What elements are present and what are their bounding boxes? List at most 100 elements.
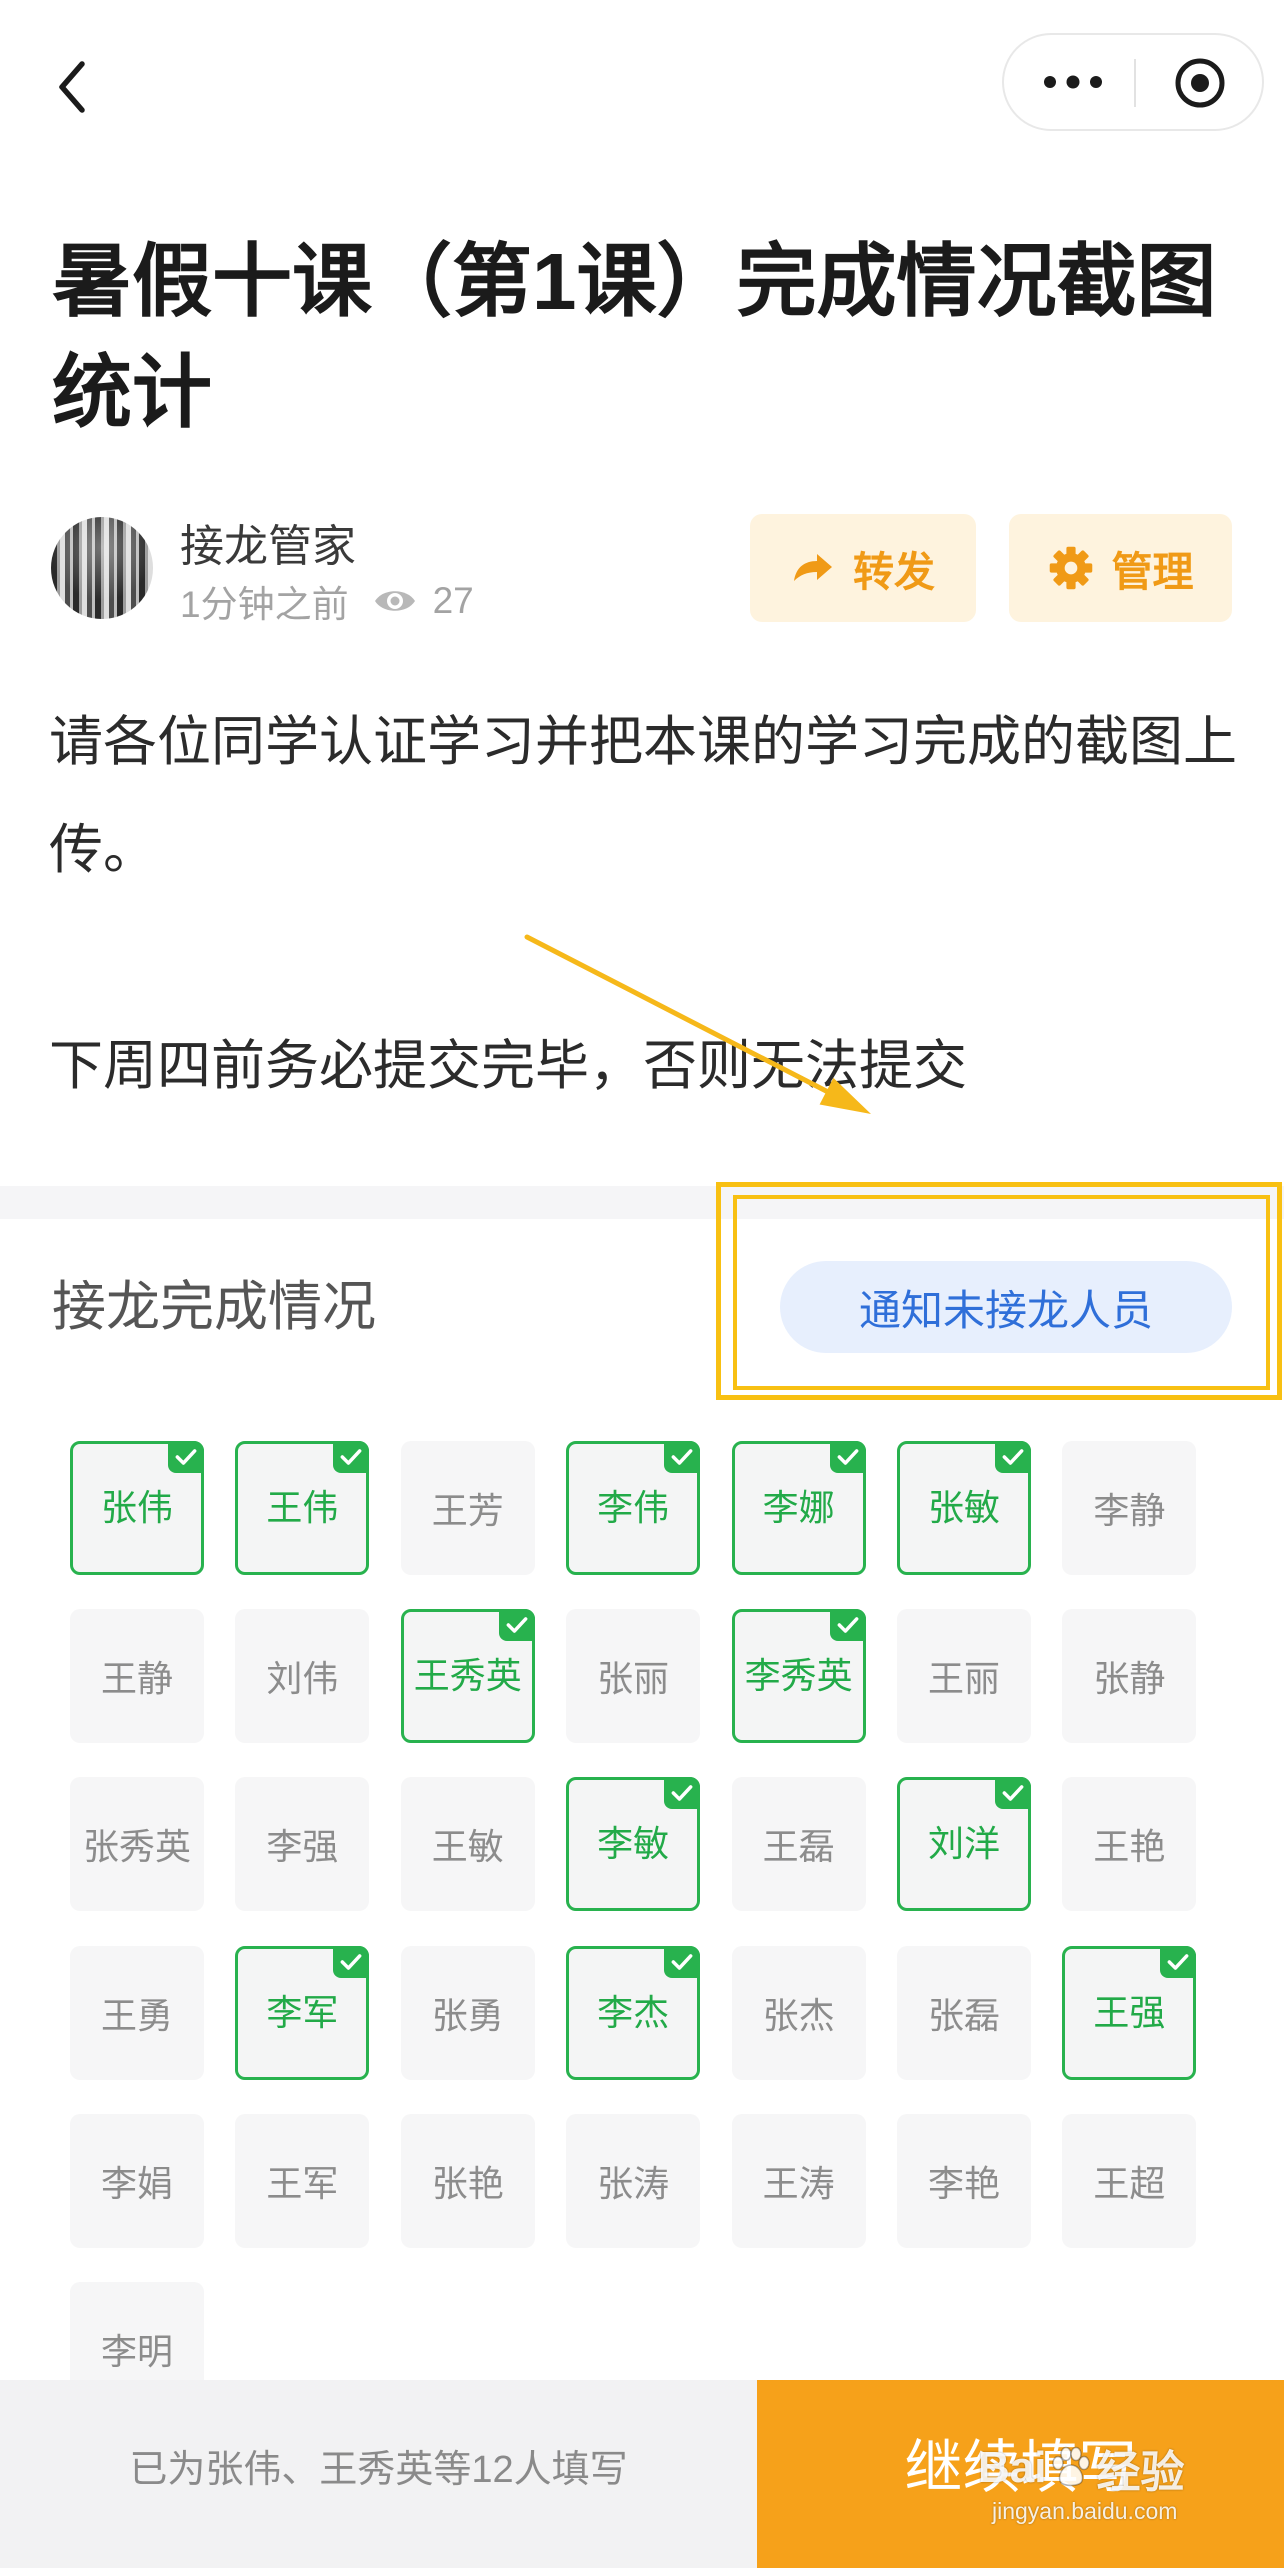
back-button[interactable]	[52, 58, 96, 116]
participant-name: 王芳	[431, 1490, 504, 1531]
completion-heading: 接龙完成情况	[52, 1277, 376, 1337]
participant-cell[interactable]: 李强	[235, 1777, 370, 1912]
participant-cell[interactable]: 张磊	[897, 1945, 1031, 2080]
eye-icon	[374, 591, 415, 611]
participant-name: 张艳	[431, 2162, 504, 2204]
check-badge-icon	[829, 1609, 866, 1642]
check-badge-icon	[168, 1441, 204, 1473]
participant-cell[interactable]: 张静	[1062, 1609, 1197, 1744]
participant-name: 李秀英	[744, 1655, 853, 1697]
participant-cell[interactable]: 王军	[235, 2113, 370, 2248]
participant-name: 王军	[266, 2162, 339, 2204]
watermark-url: jingyan.baidu.com	[992, 2498, 1178, 2524]
participant-name: 张伟	[100, 1487, 173, 1528]
participant-name: 李军	[266, 1991, 339, 2033]
participant-cell[interactable]: 王磊	[731, 1777, 866, 1912]
chevron-left-icon	[59, 61, 85, 113]
manage-button[interactable]: 管理	[1009, 514, 1232, 622]
participant-name: 王静	[100, 1658, 173, 1700]
post-time: 1分钟之前	[180, 584, 349, 625]
participant-cell[interactable]: 张丽	[566, 1609, 701, 1744]
participant-name: 李强	[266, 1826, 339, 1868]
participant-name: 王涛	[762, 2162, 835, 2204]
participant-name: 张涛	[597, 2162, 670, 2204]
participant-cell[interactable]: 李伟	[566, 1441, 701, 1575]
participant-cell[interactable]: 张涛	[566, 2113, 701, 2248]
participant-name: 张丽	[597, 1658, 670, 1700]
share-label: 转发	[853, 549, 935, 595]
participant-cell[interactable]: 李秀英	[731, 1609, 866, 1744]
check-badge-icon	[664, 1945, 701, 1978]
participant-name: 王伟	[266, 1487, 339, 1528]
participant-cell[interactable]: 王芳	[400, 1441, 535, 1575]
participant-name: 张勇	[431, 1994, 504, 2036]
annotation-highlight-box-inner	[733, 1195, 1270, 1390]
check-badge-icon	[664, 1441, 701, 1473]
participant-cell[interactable]: 王强	[1062, 1945, 1197, 2080]
participant-cell[interactable]: 张敏	[897, 1441, 1031, 1575]
check-badge-icon	[829, 1441, 866, 1473]
watermark-suffix: 经验	[1096, 2448, 1185, 2497]
participant-name: 李娟	[100, 2162, 173, 2204]
participant-name: 王秀英	[413, 1655, 522, 1697]
participant-cell[interactable]: 李军	[235, 1945, 370, 2080]
participant-cell[interactable]: 李杰	[566, 1945, 701, 2080]
participant-cell[interactable]: 李娟	[70, 2113, 204, 2248]
filled-summary-text: 已为张伟、王秀英等12人填写	[129, 2448, 628, 2491]
participant-name: 李娜	[762, 1487, 835, 1528]
participant-name: 李静	[1093, 1490, 1166, 1531]
participant-cell[interactable]: 刘洋	[897, 1777, 1031, 1912]
participant-cell[interactable]: 王艳	[1062, 1777, 1197, 1912]
participant-cell[interactable]: 张伟	[70, 1441, 204, 1575]
participant-cell[interactable]: 王涛	[731, 2113, 866, 2248]
participant-cell[interactable]: 张艳	[400, 2113, 535, 2248]
participant-cell[interactable]: 李娜	[731, 1441, 866, 1575]
participant-grid: 张伟 王伟 王芳 李伟 李娜 张敏 李静 王静 刘伟 王秀英 张丽 李秀英 王丽 张静 张秀英 李强 王敏 李敏王…	[70, 1441, 1200, 2421]
check-badge-icon	[995, 1441, 1031, 1473]
share-arrow-icon	[794, 554, 832, 581]
participant-name: 李杰	[597, 1991, 670, 2033]
participant-name: 王敏	[431, 1826, 504, 1868]
participant-cell[interactable]: 王静	[70, 1609, 204, 1744]
watermark-brand: Bai	[978, 2443, 1047, 2492]
participant-cell[interactable]: 王秀英	[400, 1609, 535, 1744]
participant-name: 张杰	[762, 1994, 835, 2036]
participant-name: 王艳	[1093, 1826, 1166, 1868]
participant-name: 刘洋	[927, 1823, 1000, 1865]
target-circle-icon	[1175, 58, 1225, 108]
manage-label: 管理	[1111, 549, 1194, 595]
participant-name: 李明	[100, 2331, 173, 2372]
participant-cell[interactable]: 刘伟	[235, 1609, 370, 1744]
view-count: 27	[432, 580, 474, 621]
share-button[interactable]: 转发	[750, 514, 976, 622]
participant-cell[interactable]: 王伟	[235, 1441, 370, 1575]
participant-cell[interactable]: 王超	[1062, 2113, 1197, 2248]
participant-name: 王丽	[927, 1658, 1000, 1700]
close-mini-program-button[interactable]	[1172, 55, 1228, 111]
participant-cell[interactable]: 张杰	[731, 1945, 866, 2080]
gear-icon	[1049, 546, 1092, 590]
participant-cell[interactable]: 李艳	[897, 2113, 1031, 2248]
mini-program-capsule	[1002, 33, 1264, 131]
participant-cell[interactable]: 王敏	[400, 1777, 535, 1912]
participant-name: 李敏	[597, 1823, 670, 1865]
participant-name: 李艳	[927, 2162, 1000, 2204]
participant-cell[interactable]: 张勇	[400, 1945, 535, 2080]
participant-cell[interactable]: 王丽	[897, 1609, 1031, 1744]
participant-cell[interactable]: 张秀英	[70, 1777, 204, 1912]
participant-name: 李伟	[597, 1487, 670, 1528]
participant-cell[interactable]: 李敏	[566, 1777, 701, 1912]
participant-cell[interactable]: 李静	[1062, 1441, 1197, 1575]
deadline-text: 下周四前务必提交完毕，否则无法提交	[49, 1036, 967, 1096]
participant-cell[interactable]: 王勇	[70, 1945, 204, 2080]
participant-name: 张静	[1093, 1658, 1166, 1700]
participant-name: 张磊	[927, 1994, 1000, 2036]
more-dots-icon	[1044, 75, 1102, 89]
avatar[interactable]	[51, 517, 153, 619]
participant-name: 张敏	[927, 1487, 1000, 1528]
participant-name: 王超	[1093, 2162, 1166, 2204]
check-badge-icon	[1160, 1945, 1197, 1978]
participant-name: 王强	[1093, 1991, 1166, 2033]
check-badge-icon	[333, 1441, 370, 1473]
more-button[interactable]	[1040, 67, 1106, 97]
